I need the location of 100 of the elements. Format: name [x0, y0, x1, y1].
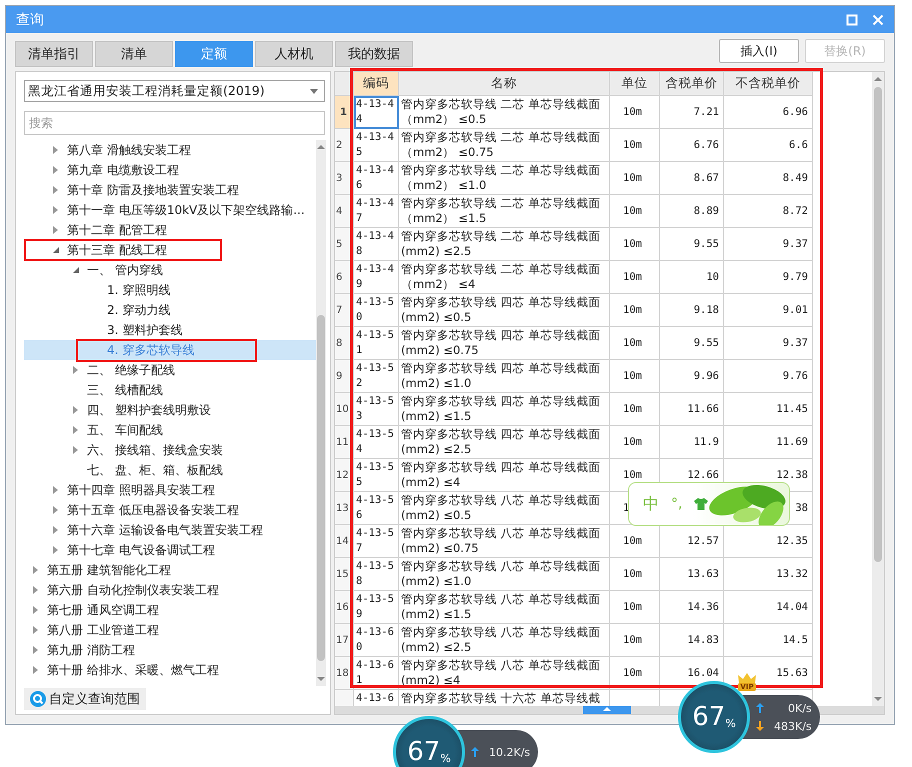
collapsed-arrow-icon[interactable] — [31, 605, 40, 615]
tab[interactable]: 人材机 — [255, 41, 333, 67]
scroll-up-icon[interactable] — [872, 75, 884, 83]
collapsed-arrow-icon[interactable] — [31, 665, 40, 675]
library-dropdown[interactable]: 黑龙江省通用安装工程消耗量定额(2019) — [24, 80, 325, 102]
tree-item[interactable]: 第十二章 配管工程 — [24, 220, 316, 240]
collapsed-arrow-icon[interactable] — [51, 205, 60, 215]
column-header[interactable]: 单位 — [610, 72, 660, 96]
table-cell: 4-13-45 — [354, 129, 399, 162]
table-cell: 4-13-49 — [354, 261, 399, 294]
tree-item[interactable]: 3. 塑料护套线 — [24, 320, 316, 340]
table-cell: 管内穿多芯软导线 四芯 单芯导线截面(mm2) ≤2.5 — [399, 426, 610, 459]
upload-arrow-icon — [756, 703, 764, 713]
scroll-down-icon[interactable] — [316, 675, 326, 683]
collapsed-arrow-icon[interactable] — [31, 645, 40, 655]
collapsed-arrow-icon[interactable] — [31, 565, 40, 575]
tree-item[interactable]: 七、 盘、柜、箱、板配线 — [24, 460, 316, 480]
tab[interactable]: 我的数据 — [335, 41, 413, 67]
table-cell: 管内穿多芯软导线 二芯 单芯导线截面（mm2） ≤0.5 — [399, 96, 610, 129]
collapsed-arrow-icon[interactable] — [51, 525, 60, 535]
tab[interactable]: 清单指引 — [15, 41, 93, 67]
column-header[interactable]: 不含税单价 — [724, 72, 813, 96]
collapsed-arrow-icon[interactable] — [71, 365, 80, 375]
collapsed-arrow-icon[interactable] — [71, 405, 80, 415]
tab[interactable]: 清单 — [95, 41, 173, 67]
column-header[interactable]: 编码 — [354, 72, 399, 96]
table-cell: 8.67 — [660, 162, 724, 195]
custom-scope-button[interactable]: 自定义查询范围 — [24, 688, 146, 710]
table-cell: 管内穿多芯软导线 八芯 单芯导线截面(mm2) ≤0.5 — [399, 492, 610, 525]
table-cell: 10m — [610, 393, 660, 426]
tree-item[interactable]: 一、 管内穿线 — [24, 260, 316, 280]
column-header[interactable]: 含税单价 — [660, 72, 724, 96]
tree-item[interactable]: 第十七章 电气设备调试工程 — [24, 540, 316, 560]
tree-item[interactable]: 第十四章 照明器具安装工程 — [24, 480, 316, 500]
expand-arrow-icon[interactable] — [603, 706, 611, 711]
collapsed-arrow-icon[interactable] — [51, 545, 60, 555]
table-cell: 10m — [610, 624, 660, 657]
search-field[interactable]: 搜索 — [24, 111, 325, 135]
table-cell: 14.5 — [724, 624, 813, 657]
collapsed-arrow-icon[interactable] — [51, 505, 60, 515]
download-arrow-icon — [756, 721, 764, 731]
table-cell: 9.96 — [660, 360, 724, 393]
tree-item[interactable]: 四、 塑料护套线明敷设 — [24, 400, 316, 420]
action-button[interactable]: 插入(I) — [719, 39, 799, 63]
tree-item[interactable]: 第六册 自动化控制仪表安装工程 — [24, 580, 316, 600]
table-cell: 4-13-54 — [354, 426, 399, 459]
collapsed-arrow-icon[interactable] — [71, 425, 80, 435]
tree-item[interactable]: 第十册 给排水、采暖、燃气工程 — [24, 660, 316, 680]
tree-item[interactable]: 第十三章 配线工程 — [24, 240, 316, 260]
tree-item[interactable]: 第八册 工业管道工程 — [24, 620, 316, 640]
table-cell: 管内穿多芯软导线 四芯 单芯导线截面(mm2) ≤4 — [399, 459, 610, 492]
collapsed-arrow-icon[interactable] — [51, 185, 60, 195]
scroll-up-icon[interactable] — [316, 143, 326, 151]
tree-item[interactable]: 第五册 建筑智能化工程 — [24, 560, 316, 580]
collapsed-arrow-icon[interactable] — [51, 485, 60, 495]
tree-item[interactable]: 第九册 消防工程 — [24, 640, 316, 660]
table-cell: 4-13-52 — [354, 360, 399, 393]
tree-item[interactable]: 1. 穿照明线 — [24, 280, 316, 300]
tree-item[interactable]: 二、 绝缘子配线 — [24, 360, 316, 380]
collapsed-arrow-icon[interactable] — [31, 585, 40, 595]
tree-item[interactable]: 第十六章 运输设备电气装置安装工程 — [24, 520, 316, 540]
collapsed-arrow-icon[interactable] — [71, 445, 80, 455]
table-cell: 11.66 — [660, 393, 724, 426]
table-cell: 4-13-61 — [354, 657, 399, 690]
table-cell: 13.63 — [660, 558, 724, 591]
table-cell: 10 — [660, 261, 724, 294]
scrollbar[interactable] — [316, 140, 326, 686]
tree-item[interactable]: 第九章 电缆敷设工程 — [24, 160, 316, 180]
tree-item[interactable]: 第十一章 电压等级10kV及以下架空线路输... — [24, 200, 316, 220]
download-speed: 483K/s — [774, 720, 812, 732]
scrollbar[interactable] — [872, 72, 884, 706]
table-cell: 管内穿多芯软导线 四芯 单芯导线截面(mm2) ≤1.0 — [399, 360, 610, 393]
table-cell: 4-13-55 — [354, 459, 399, 492]
expanded-arrow-icon[interactable] — [71, 265, 80, 275]
tree-item[interactable]: 第七册 通风空调工程 — [24, 600, 316, 620]
scroll-down-icon[interactable] — [872, 695, 884, 703]
collapsed-arrow-icon[interactable] — [51, 225, 60, 235]
table-cell: 6.6 — [724, 129, 813, 162]
shirt-icon[interactable] — [694, 498, 708, 510]
expanded-arrow-icon[interactable] — [51, 245, 60, 255]
maximize-icon[interactable] — [846, 14, 858, 26]
tree-item[interactable]: 三、 线槽配线 — [24, 380, 316, 400]
tree-item[interactable]: 第十五章 低压电器设备安装工程 — [24, 500, 316, 520]
tree-item[interactable]: 2. 穿动力线 — [24, 300, 316, 320]
collapsed-arrow-icon[interactable] — [31, 625, 40, 635]
table-cell: 4-13-59 — [354, 591, 399, 624]
tree-item[interactable]: 第十章 防雷及接地装置安装工程 — [24, 180, 316, 200]
column-header[interactable]: 名称 — [399, 72, 610, 96]
table-cell: 管内穿多芯软导线 二芯 单芯导线截面(mm2) ≤2.5 — [399, 228, 610, 261]
close-icon[interactable] — [872, 14, 884, 26]
upload-arrow-icon — [471, 747, 479, 757]
tree-item[interactable]: 六、 接线箱、接线盒安装 — [24, 440, 316, 460]
tree-item[interactable]: 第八章 滑触线安装工程 — [24, 140, 316, 160]
table-cell: 10m — [610, 657, 660, 690]
collapsed-arrow-icon[interactable] — [51, 165, 60, 175]
table-cell: 10m — [610, 591, 660, 624]
table-cell: 10m — [610, 327, 660, 360]
collapsed-arrow-icon[interactable] — [51, 145, 60, 155]
upload-speed: 10.2K/s — [489, 746, 530, 758]
tree-item[interactable]: 五、 车间配线 — [24, 420, 316, 440]
